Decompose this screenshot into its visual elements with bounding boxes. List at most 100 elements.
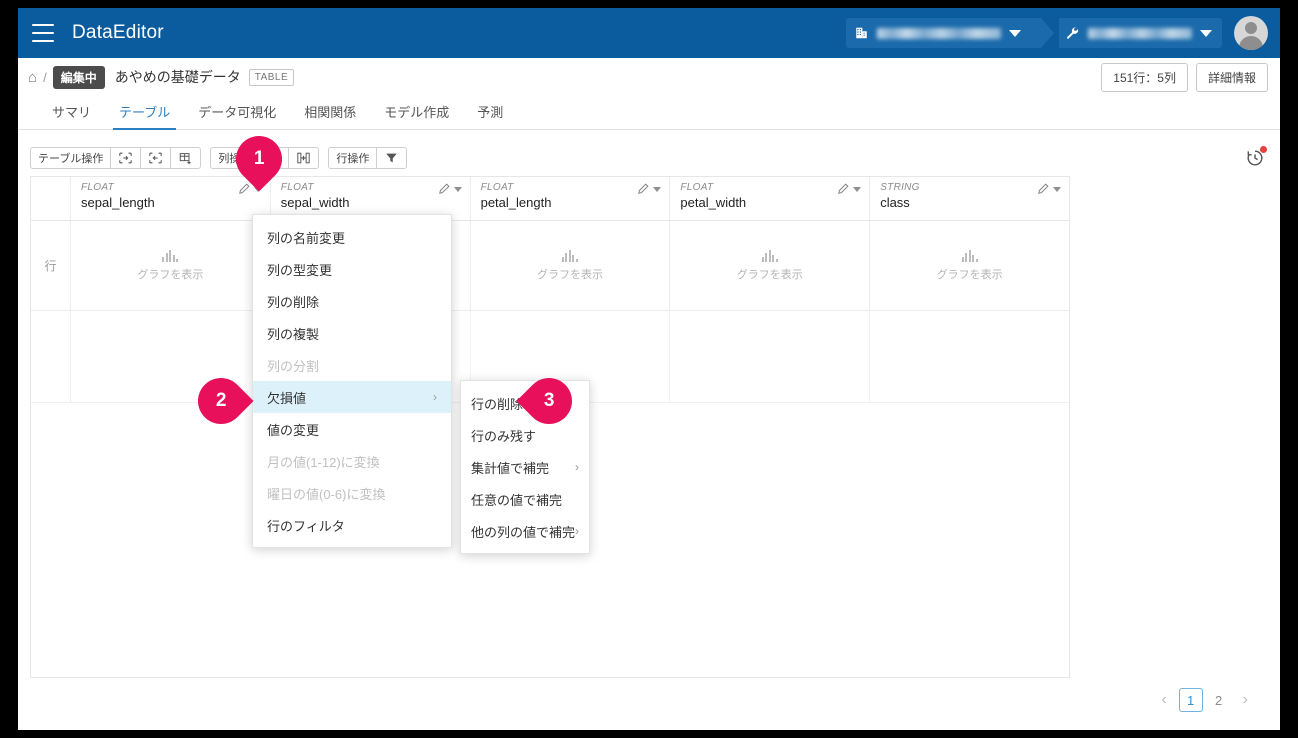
menu-item-rename-column[interactable]: 列の名前変更 bbox=[253, 221, 451, 253]
avatar[interactable] bbox=[1234, 16, 1268, 50]
column-menu-trigger-class[interactable] bbox=[1037, 183, 1061, 195]
hamburger-icon[interactable] bbox=[32, 24, 54, 42]
tab-prediction[interactable]: 予測 bbox=[463, 102, 517, 129]
bar-chart-icon bbox=[162, 249, 179, 262]
context-selectors bbox=[846, 18, 1222, 48]
chart-cell-sepal-length[interactable]: グラフを表示 bbox=[71, 221, 271, 310]
project-selector[interactable] bbox=[1059, 18, 1222, 48]
menu-item-split-column: 列の分割 bbox=[267, 358, 320, 374]
building-icon bbox=[856, 27, 867, 39]
table-cell[interactable] bbox=[870, 311, 1069, 402]
column-menu-trigger-petal-width[interactable] bbox=[837, 183, 862, 195]
type-tag: TABLE bbox=[248, 68, 295, 86]
column-header-sepal-length: FLOAT sepal_length bbox=[71, 177, 271, 220]
top-app-bar: DataEditor bbox=[18, 8, 1280, 58]
submenu-item-keep-rows-only[interactable]: 行のみ残す bbox=[461, 419, 589, 451]
pagination: ‹ 1 2 › bbox=[1153, 688, 1256, 712]
table-toolbar: テーブル操作 列操作 bbox=[18, 142, 1280, 174]
menu-item-delete-column[interactable]: 列の削除 bbox=[253, 285, 451, 317]
breadcrumb-actions: 151行：5列 詳細情報 bbox=[1101, 62, 1280, 92]
pencil-icon bbox=[838, 183, 849, 194]
home-icon[interactable]: ⌂ bbox=[28, 70, 37, 85]
shrink-columns-icon-button[interactable] bbox=[140, 147, 172, 169]
menu-item-convert-month: 月の値(1-12)に変換 bbox=[267, 454, 380, 470]
bar-chart-icon bbox=[961, 249, 978, 262]
bar-chart-icon bbox=[561, 249, 578, 262]
pagination-page-1[interactable]: 1 bbox=[1178, 688, 1203, 712]
chart-cell-petal-width[interactable]: グラフを表示 bbox=[670, 221, 871, 310]
tab-correlation[interactable]: 相関関係 bbox=[290, 102, 370, 129]
menu-item-change-column-type[interactable]: 列の型変更 bbox=[253, 253, 451, 285]
history-button[interactable] bbox=[1244, 146, 1267, 169]
chart-cell-petal-length[interactable]: グラフを表示 bbox=[471, 221, 671, 310]
tab-visualization[interactable]: データ可視化 bbox=[184, 102, 290, 129]
menu-item-filter-rows[interactable]: 行のフィルタ bbox=[253, 509, 451, 541]
add-table-icon-button[interactable] bbox=[170, 147, 202, 169]
column-name: sepal_length bbox=[81, 195, 155, 210]
app-title: DataEditor bbox=[72, 22, 164, 43]
pagination-page-2[interactable]: 2 bbox=[1207, 688, 1231, 712]
chart-cell-label: グラフを表示 bbox=[536, 268, 603, 281]
submenu-item-fill-custom-value[interactable]: 任意の値で補完 bbox=[461, 483, 589, 515]
column-name: sepal_width bbox=[280, 195, 350, 210]
tab-bar: サマリ テーブル データ可視化 相関関係 モデル作成 予測 bbox=[18, 96, 1280, 130]
pagination-next[interactable]: › bbox=[1235, 689, 1256, 711]
menu-item-missing-values[interactable]: 欠損値 › bbox=[253, 381, 451, 413]
column-type: FLOAT bbox=[280, 182, 314, 193]
column-menu-trigger-petal-length[interactable] bbox=[637, 183, 662, 195]
pencil-icon bbox=[638, 183, 649, 194]
table-ops-label: テーブル操作 bbox=[30, 147, 112, 169]
table-ops-group: テーブル操作 bbox=[30, 147, 202, 169]
menu-item-convert-weekday: 曜日の値(0-6)に変換 bbox=[267, 486, 386, 502]
detail-info-button[interactable]: 詳細情報 bbox=[1195, 62, 1268, 92]
shrink-columns-icon bbox=[149, 152, 163, 164]
column-header-petal-width: FLOAT petal_width bbox=[670, 177, 871, 220]
organization-selector[interactable] bbox=[846, 18, 1054, 48]
project-name bbox=[1088, 27, 1192, 39]
chevron-down-icon bbox=[1200, 29, 1212, 37]
row-index-header bbox=[31, 177, 71, 220]
insert-column-icon bbox=[297, 152, 311, 164]
pencil-icon bbox=[238, 183, 250, 194]
step-badge-number: 2 bbox=[215, 389, 227, 411]
menu-item-label: 他の列の値で補完 bbox=[471, 524, 576, 540]
expand-columns-icon-button[interactable] bbox=[110, 147, 142, 169]
menu-item-duplicate-column[interactable]: 列の複製 bbox=[253, 317, 451, 349]
chart-preview-row: 行 グラフを表示 グラフを表示 グラフを表示 グラフを表示 グラフを表示 bbox=[31, 221, 1069, 311]
topbar-right-group bbox=[846, 16, 1280, 50]
chart-cell-class[interactable]: グラフを表示 bbox=[870, 221, 1069, 310]
column-type: FLOAT bbox=[680, 182, 714, 193]
row-index-label: 行 bbox=[31, 221, 71, 310]
pagination-prev[interactable]: ‹ bbox=[1153, 689, 1174, 711]
notification-dot bbox=[1260, 146, 1267, 153]
chevron-right-icon: › bbox=[575, 524, 579, 538]
menu-item-label: 集計値で補完 bbox=[471, 460, 550, 476]
menu-item-change-value[interactable]: 値の変更 bbox=[253, 413, 451, 445]
filter-icon-button[interactable] bbox=[376, 147, 408, 169]
wrench-icon bbox=[1067, 26, 1079, 39]
tab-table[interactable]: テーブル bbox=[105, 102, 184, 130]
submenu-item-fill-aggregate[interactable]: 集計値で補完 › bbox=[461, 451, 589, 483]
pencil-icon bbox=[438, 183, 450, 194]
chevron-down-icon bbox=[1052, 186, 1061, 192]
table-cell[interactable] bbox=[670, 311, 871, 402]
submenu-item-fill-other-column[interactable]: 他の列の値で補完 › bbox=[461, 515, 589, 547]
chart-cell-label: グラフを表示 bbox=[936, 268, 1003, 281]
tab-summary[interactable]: サマリ bbox=[38, 102, 105, 129]
menu-item-label: 欠損値 bbox=[267, 390, 307, 406]
column-menu-trigger-sepal-width[interactable] bbox=[438, 183, 462, 195]
breadcrumb-separator: / bbox=[43, 69, 47, 85]
tab-model-building[interactable]: モデル作成 bbox=[370, 102, 463, 129]
chevron-down-icon bbox=[1009, 29, 1021, 37]
screenshot-root: DataEditor ⌂ / 編集中 あやめの基礎データ TABLE 151行：… bbox=[0, 0, 1298, 738]
step-badge-number: 3 bbox=[543, 390, 555, 412]
table-header-row: FLOAT sepal_length FLOAT sepal_width FLO… bbox=[31, 177, 1069, 221]
row-ops-group: 行操作 bbox=[328, 147, 408, 169]
breadcrumb: ⌂ / 編集中 あやめの基礎データ TABLE 151行：5列 詳細情報 bbox=[18, 58, 1280, 96]
app-window: DataEditor ⌂ / 編集中 あやめの基礎データ TABLE 151行：… bbox=[18, 8, 1280, 730]
chevron-down-icon bbox=[453, 186, 462, 192]
row-index-cell bbox=[31, 311, 71, 402]
size-button[interactable]: 151行：5列 bbox=[1101, 62, 1188, 92]
column-type: FLOAT bbox=[480, 182, 514, 193]
insert-column-icon-button[interactable] bbox=[288, 147, 320, 169]
